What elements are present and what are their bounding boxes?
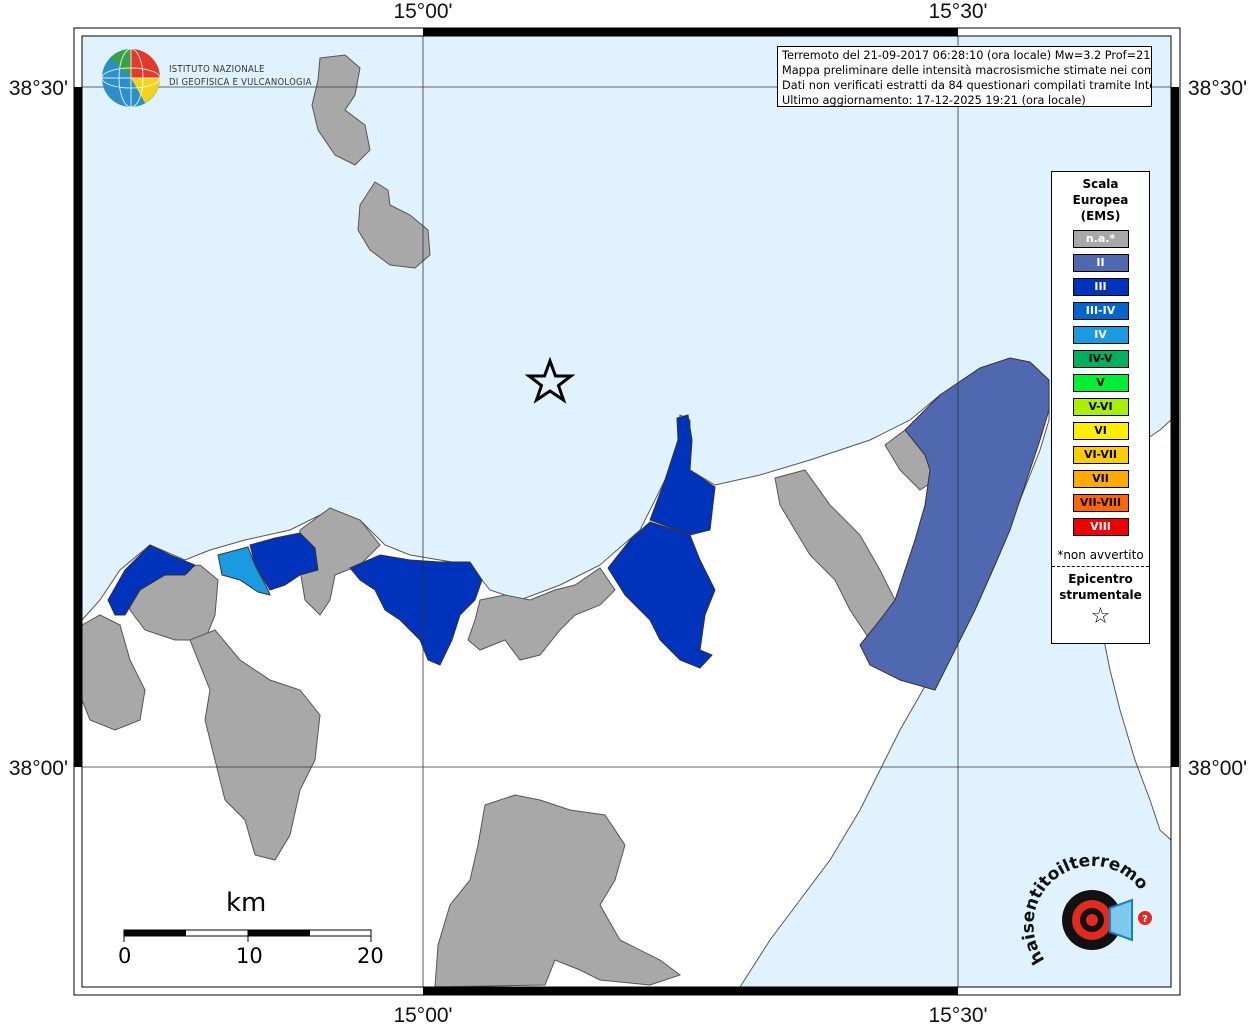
legend-item: III (1072, 278, 1129, 296)
scale-label-0: 0 (118, 944, 132, 968)
legend-epicenter-label: Epicentro strumentale (1052, 571, 1149, 603)
scale-title: km (226, 888, 267, 918)
legend-item: VI-VII (1072, 446, 1129, 464)
coord-left-top: 38°30' (9, 77, 68, 100)
legend-item: VI (1072, 422, 1129, 440)
legend-title: Scala Europea (EMS) (1052, 176, 1149, 224)
legend-item: II (1072, 254, 1129, 272)
scale-label-10: 10 (236, 944, 263, 968)
info-line-2: Mappa preliminare delle intensità macros… (782, 64, 1152, 77)
legend-title-line2: Europea (1072, 193, 1129, 207)
legend-item: VIII (1072, 518, 1129, 536)
svg-text:?: ? (1142, 914, 1148, 925)
info-line-3: Dati non verificati estratti da 84 quest… (782, 79, 1152, 92)
legend-item: III-IV (1072, 302, 1129, 320)
scale-label-20: 20 (357, 944, 384, 968)
coord-top-left: 15°00' (393, 0, 452, 23)
legend-epicenter-line2: strumentale (1059, 588, 1142, 602)
legend-separator (1052, 566, 1149, 567)
legend-item: IV (1072, 326, 1129, 344)
legend-item: V-VI (1072, 398, 1129, 416)
legend-item: VII-VIII (1072, 494, 1129, 512)
ingv-logo-text: ISTITUTO NAZIONALE DI GEOFISICA E VULCAN… (169, 63, 312, 89)
ingv-logo-icon (101, 48, 161, 108)
legend-item: V (1072, 374, 1129, 392)
ems-legend: Scala Europea (EMS) n.a.* II III III-IV IV IV… (1051, 171, 1150, 644)
info-line-4: Ultimo aggiornamento: 17-12-2025 19:21 (… (782, 94, 1086, 107)
coord-left-bottom: 38°00' (9, 757, 68, 780)
legend-item: IV-V (1072, 350, 1129, 368)
coord-bottom-left: 15°00' (393, 1004, 452, 1024)
legend-item: VII (1072, 470, 1129, 488)
legend-title-line1: Scala (1082, 177, 1119, 191)
legend-item: n.a.* (1072, 230, 1129, 248)
coord-right-bottom: 38°00' (1188, 757, 1247, 780)
event-info-box: Terremoto del 21-09-2017 06:28:10 (ora l… (777, 46, 1152, 107)
coord-top-right: 15°30' (928, 0, 987, 23)
legend-epicenter-line1: Epicentro (1068, 572, 1133, 586)
legend-items: n.a.* II III III-IV IV IV-V V V-VI VI VI-VII VII VI… (1052, 230, 1149, 536)
ingv-line1: ISTITUTO NAZIONALE (169, 64, 265, 75)
coord-bottom-right: 15°30' (928, 1004, 987, 1024)
legend-star-icon: ☆ (1090, 604, 1111, 629)
info-line-1: Terremoto del 21-09-2017 06:28:10 (ora l… (782, 49, 1152, 62)
coord-right-top: 38°30' (1188, 77, 1247, 100)
legend-title-line3: (EMS) (1080, 209, 1121, 223)
ingv-line2: DI GEOFISICA E VULCANOLOGIA (169, 77, 312, 88)
legend-note: *non avvertito (1057, 548, 1144, 562)
